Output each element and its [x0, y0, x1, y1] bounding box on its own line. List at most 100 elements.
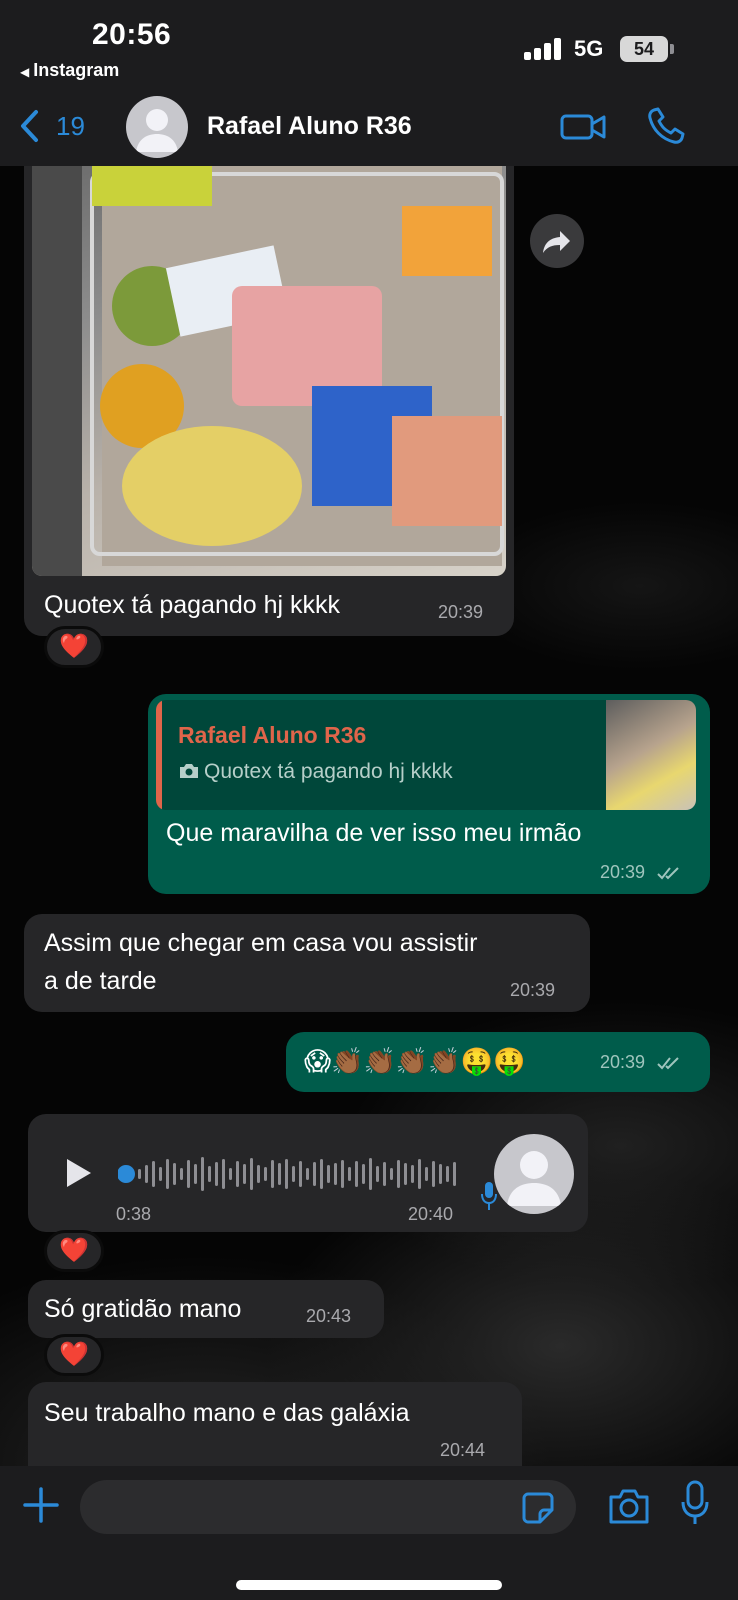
photo-illustration: [32, 166, 504, 576]
message-text: Seu trabalho mano e das galáxia: [44, 1399, 410, 1427]
message-input[interactable]: [80, 1480, 576, 1534]
waveform-bar: [348, 1167, 351, 1181]
waveform-bar: [334, 1163, 337, 1185]
waveform-bar: [173, 1163, 176, 1185]
camera-small-icon: [180, 764, 198, 778]
message-audio-bubble[interactable]: 0:38 20:40: [28, 1114, 588, 1232]
sticker-icon[interactable]: [522, 1492, 554, 1524]
waveform-bar: [446, 1166, 449, 1182]
default-avatar-icon: [136, 109, 178, 152]
message-text-bubble[interactable]: Seu trabalho mano e das galáxia 20:44: [28, 1382, 522, 1466]
waveform-bar: [243, 1164, 246, 1184]
waveform-bar: [341, 1160, 344, 1188]
signal-icon: [524, 38, 562, 60]
waveform-bar: [271, 1160, 274, 1188]
waveform-bar: [292, 1166, 295, 1182]
message-image-bubble[interactable]: Quotex tá pagando hj kkkk 20:39: [24, 166, 514, 636]
camera-icon[interactable]: [608, 1486, 650, 1526]
contact-avatar[interactable]: [126, 96, 188, 158]
audio-waveform[interactable]: [118, 1156, 458, 1192]
waveform-bar: [418, 1159, 421, 1189]
message-time: 20:39: [510, 980, 556, 1000]
waveform-bar: [425, 1167, 428, 1181]
message-time: 20:39: [600, 862, 684, 883]
message-time: 20:39: [438, 602, 484, 622]
message-time: 20:44: [440, 1440, 486, 1460]
back-to-app-link[interactable]: ◀ Instagram: [20, 60, 119, 81]
waveform-bar: [180, 1168, 183, 1180]
waveform-bar: [138, 1169, 141, 1179]
quote-text-content: Quotex tá pagando hj kkkk: [204, 760, 453, 783]
home-indicator: [236, 1580, 502, 1590]
unread-count: 19: [56, 110, 85, 141]
time-value: 20:39: [600, 1052, 646, 1072]
reaction-heart[interactable]: ❤️: [44, 1334, 104, 1376]
shopping-cart-photo[interactable]: [32, 166, 506, 576]
waveform-bar: [453, 1162, 456, 1186]
back-app-label: Instagram: [33, 60, 120, 80]
quote-bar: [156, 700, 162, 810]
waveform-bar: [187, 1160, 190, 1188]
reaction-heart[interactable]: ❤️: [44, 1230, 104, 1272]
waveform-bar: [215, 1162, 218, 1186]
status-bar: 20:56 ◀ Instagram 5G 54: [0, 0, 738, 90]
emoji-text: 😱👏🏾👏🏾👏🏾👏🏾🤑🤑: [304, 1046, 526, 1076]
quoted-message[interactable]: Rafael Aluno R36 Quotex tá pagando hj kk…: [156, 700, 696, 810]
message-time: 20:40: [408, 1204, 454, 1224]
sender-avatar: [494, 1134, 574, 1214]
double-check-icon: [657, 1057, 679, 1070]
message-reply-bubble[interactable]: Rafael Aluno R36 Quotex tá pagando hj kk…: [148, 694, 710, 894]
waveform-bar: [250, 1158, 253, 1190]
waveform-bar: [313, 1162, 316, 1186]
waveform-bar: [194, 1164, 197, 1184]
back-button[interactable]: 19: [18, 108, 85, 144]
waveform-bar: [390, 1168, 393, 1180]
quote-thumbnail: [606, 700, 696, 810]
default-avatar-icon: [507, 1151, 561, 1206]
waveform-bar: [285, 1159, 288, 1189]
status-time: 20:56: [92, 18, 172, 51]
play-icon[interactable]: [64, 1156, 94, 1190]
image-caption: Quotex tá pagando hj kkkk: [44, 591, 341, 619]
message-text-line2: a de tarde: [44, 967, 157, 995]
chat-header: 19 Rafael Aluno R36: [0, 90, 738, 166]
message-text-bubble[interactable]: Assim que chegar em casa vou assistir a …: [24, 914, 590, 1012]
waveform-bar: [355, 1161, 358, 1187]
waveform-bar: [152, 1161, 155, 1187]
contact-name[interactable]: Rafael Aluno R36: [207, 112, 412, 141]
microphone-icon[interactable]: [680, 1480, 710, 1526]
waveform-bar: [432, 1161, 435, 1187]
waveform-bar: [257, 1165, 260, 1183]
waveform-bar: [320, 1159, 323, 1189]
message-emoji-bubble[interactable]: 😱👏🏾👏🏾👏🏾👏🏾🤑🤑 20:39: [286, 1032, 710, 1092]
plus-icon[interactable]: [22, 1486, 60, 1524]
waveform-bar: [327, 1165, 330, 1183]
waveform-bar: [236, 1161, 239, 1187]
message-text-bubble[interactable]: Só gratidão mano 20:43: [28, 1280, 384, 1338]
message-text: Só gratidão mano: [44, 1295, 242, 1323]
waveform-bar: [166, 1159, 169, 1189]
battery-icon: 54: [620, 36, 674, 62]
quote-author: Rafael Aluno R36: [178, 722, 367, 748]
waveform-bar: [208, 1166, 211, 1182]
microphone-icon: [481, 1182, 497, 1210]
waveform-bar: [278, 1163, 281, 1185]
phone-icon[interactable]: [646, 106, 686, 146]
waveform-bar: [145, 1165, 148, 1183]
reaction-heart[interactable]: ❤️: [44, 626, 104, 668]
waveform-bar: [299, 1161, 302, 1187]
waveform-bar: [369, 1158, 372, 1190]
forward-arrow-icon: [543, 231, 570, 253]
forward-button[interactable]: [530, 214, 584, 268]
audio-duration: 0:38: [116, 1204, 152, 1224]
back-triangle-icon: ◀: [20, 65, 30, 79]
message-text-line1: Assim que chegar em casa vou assistir: [44, 929, 478, 957]
waveform-bar: [411, 1165, 414, 1183]
message-time: 20:43: [306, 1306, 352, 1326]
waveform-bar: [397, 1160, 400, 1188]
waveform-bar: [159, 1167, 162, 1181]
waveform-bar: [229, 1168, 232, 1180]
video-camera-icon[interactable]: [560, 110, 606, 144]
waveform-bar: [306, 1168, 309, 1180]
network-type: 5G: [574, 36, 604, 61]
